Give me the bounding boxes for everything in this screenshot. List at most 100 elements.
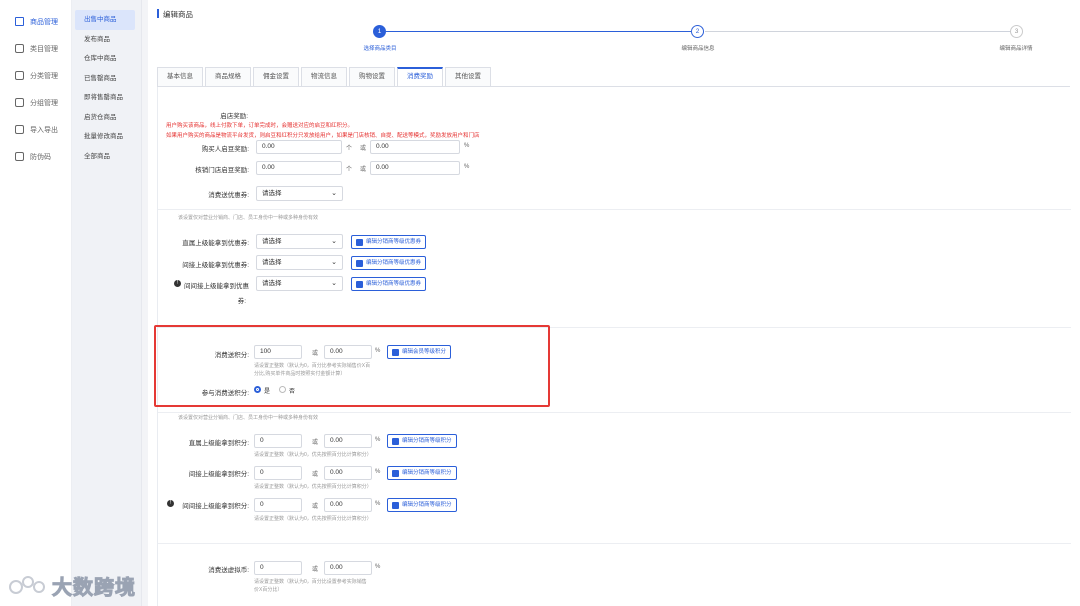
buyer-reward-label: 购买人启豆奖励: [201,146,249,153]
subnav-item-batch-edit[interactable]: 批量修改商品 [75,127,135,147]
button-label: 编辑分销商等级积分 [402,502,452,508]
subnav-item-sold-out[interactable]: 已售罄商品 [75,69,135,89]
currency-input[interactable]: 0 [254,561,302,575]
sidebar-item-goods[interactable]: 商品管理 [0,8,71,35]
button-label: 编辑分销商等级优惠券 [366,281,422,287]
subnav-item-on-sale[interactable]: 出售中商品 [75,10,135,30]
sidebar-item-group[interactable]: 分组管理 [0,89,71,116]
subnav-item-qihuo[interactable]: 启货仓商品 [75,108,135,128]
tab-basic-info[interactable]: 基本信息 [157,67,203,86]
anti-fake-icon [15,152,24,161]
points-scope-hint: 该设置仅对营业分销商、门店、员工身份中一种或多种身份有效 [178,415,319,421]
edit-icon [392,470,399,477]
page-header: 编辑商品 [148,0,1080,24]
step-2-label: 编辑商品信息 [681,46,715,52]
indirect-coupon-select[interactable]: 请选择 ⌄ [256,255,343,270]
chevron-down-icon: ⌄ [331,190,337,197]
tab-shopping[interactable]: 购物设置 [349,67,395,86]
subnav-item-almost-sold-out[interactable]: 即将售罄商品 [75,88,135,108]
sidebar-item-label: 导入导出 [30,126,58,134]
sidebar-item-label: 分组管理 [30,99,58,107]
sidebar-item-anti-fake[interactable]: 防伪码 [0,143,71,170]
chevron-down-icon: ⌄ [331,238,337,245]
step-2-dot: 2 [691,25,704,38]
edit-distributor-points-button[interactable]: 编辑分销商等级积分 [387,434,457,448]
indirect-points-label: 间接上级能拿到积分: [188,471,249,478]
tab-bar: 基本信息 商品规格 佣金设置 物流信息 购物设置 消费奖励 其他设置 [157,67,493,87]
shop-reward-label: 启店奖励: [220,113,248,120]
sidebar-item-import-export[interactable]: 导入导出 [0,116,71,143]
edit-icon [356,281,363,288]
step-3-dot: 3 [1010,25,1023,38]
button-label: 编辑分销商等级积分 [402,438,452,444]
indirect-points-input[interactable]: 0 [254,466,302,480]
buyer-or: 或 [360,146,367,152]
indirect2-points-unit: % [375,501,381,507]
title-marker [157,9,159,18]
sidebar-item-label: 分类管理 [30,72,58,80]
indirect2-points-hint: 请设置正整数（默认为0，优先按照百分比计算积分） [254,516,372,522]
indirect2-coupon-label: 间间接上级能拿到优惠 [184,283,249,290]
coupon-label: 消费送优惠券: [208,192,249,199]
sidebar-item-label: 类目管理 [30,45,58,53]
edit-distributor-points-button-2[interactable]: 编辑分销商等级积分 [387,466,457,480]
direct-coupon-select[interactable]: 请选择 ⌄ [256,234,343,249]
tab-logistics[interactable]: 物流信息 [301,67,347,86]
indirect2-points-input[interactable]: 0 [254,498,302,512]
currency-label: 消费送虚拟币: [208,567,249,574]
subnav-item-publish[interactable]: 发布商品 [75,30,135,50]
direct-points-or: 或 [312,440,319,446]
import-export-icon [15,125,24,134]
subnav-item-all[interactable]: 全部商品 [75,147,135,167]
sidebar-item-category[interactable]: 类目管理 [0,35,71,62]
store-unit-piece: 个 [346,167,353,173]
edit-distributor-coupon-button-2[interactable]: 编辑分销商等级优惠券 [351,256,427,270]
tab-commission[interactable]: 佣金设置 [253,67,299,86]
currency-hint-1: 请设置正整数（默认为0，百分比设置参考实际销售 [254,579,367,585]
coupon-select-value: 请选择 [262,190,282,197]
edit-icon [356,239,363,246]
main-panel: 编辑商品 1 2 3 选择商品类目 编辑商品信息 编辑商品详情 基本信息 商品规… [148,0,1080,606]
shop-reward-note-2: 如果用户购买的商品是物流平台发货，则启豆和红积分只发放给用户，如果是门店核销、自… [166,133,480,139]
indirect2-points-percent-input[interactable]: 0.00 [324,498,372,512]
tab-spec[interactable]: 商品规格 [205,67,251,86]
tab-consume-reward[interactable]: 消费奖励 [397,67,443,86]
highlight-box [154,325,550,407]
step-line-todo [705,31,1011,32]
step-3-label: 编辑商品详情 [999,46,1033,52]
watermark-text: 大数跨境 [52,577,136,600]
indirect2-points-or: 或 [312,504,319,510]
buyer-reward-percent-input[interactable]: 0.00 [370,140,460,154]
chevron-down-icon: ⌄ [331,280,337,287]
watermark-logo-icon [9,575,45,594]
subnav-item-warehouse[interactable]: 仓库中商品 [75,49,135,69]
indirect-points-percent-input[interactable]: 0.00 [324,466,372,480]
direct-points-input[interactable]: 0 [254,434,302,448]
store-reward-percent-input[interactable]: 0.00 [370,161,460,175]
direct-points-percent-input[interactable]: 0.00 [324,434,372,448]
watermark: 大数跨境 [8,571,136,600]
store-reward-count-input[interactable]: 0.00 [256,161,342,175]
currency-or: 或 [312,567,319,573]
sub-nav: 出售中商品 发布商品 仓库中商品 已售罄商品 即将售罄商品 启货仓商品 批量修改… [72,0,142,606]
currency-percent-input[interactable]: 0.00 [324,561,372,575]
indirect2-coupon-select[interactable]: 请选择 ⌄ [256,276,343,291]
store-unit-percent: % [464,164,470,170]
category-icon [15,44,24,53]
tab-other[interactable]: 其他设置 [445,67,491,86]
buyer-reward-count-input[interactable]: 0.00 [256,140,342,154]
direct-coupon-select-value: 请选择 [262,238,282,245]
store-reward-label: 核销门店启豆奖励: [195,167,249,174]
main-sidebar: 商品管理 类目管理 分类管理 分组管理 导入导出 防伪码 [0,0,72,606]
currency-hint-2: 价X百分比） [254,587,283,593]
indirect2-coupon-label-wrap: 券: [237,298,246,305]
buyer-unit-piece: 个 [346,146,353,152]
edit-distributor-coupon-button[interactable]: 编辑分销商等级优惠券 [351,235,427,249]
edit-distributor-coupon-button-3[interactable]: 编辑分销商等级优惠券 [351,277,427,291]
coupon-select[interactable]: 请选择 ⌄ [256,186,343,201]
sidebar-item-classify[interactable]: 分类管理 [0,62,71,89]
edit-distributor-points-button-3[interactable]: 编辑分销商等级积分 [387,498,457,512]
edit-icon [356,260,363,267]
indirect-points-unit: % [375,469,381,475]
chevron-down-icon: ⌄ [331,259,337,266]
